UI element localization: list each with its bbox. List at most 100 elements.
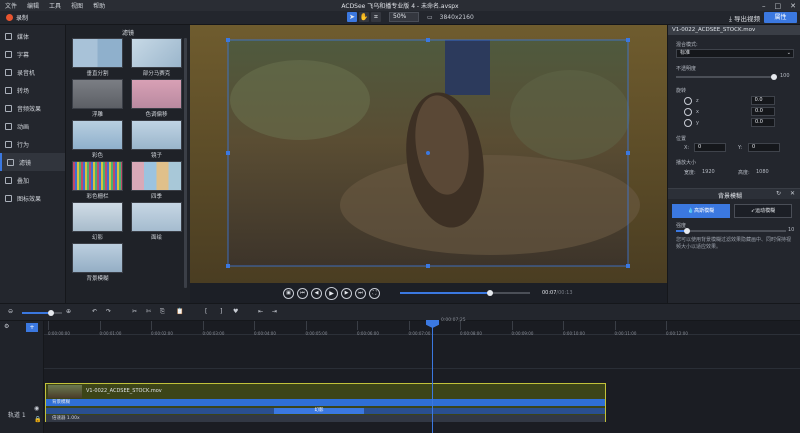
sidebar-item-media[interactable]: 媒体 [0,27,65,45]
filter-thumb-vertical-split [72,38,123,68]
sidebar-item-animation[interactable]: 动画 [0,117,65,135]
skip-start-icon[interactable]: ⏮ [297,288,308,299]
sidebar-item-behavior[interactable]: 行为 [0,135,65,153]
pos-y-input[interactable]: 0 [748,143,780,152]
minimize-icon[interactable]: – [762,2,766,10]
timeline-ruler[interactable]: 0:00:00;00 0:00:01;00 0:00:02;00 0:00:03;00… [44,321,800,336]
menu-file[interactable]: 文件 [0,1,22,10]
gaussian-blur-button[interactable]: 💧高斯模糊 [672,204,730,218]
playback-progress[interactable] [400,290,530,296]
filter-item[interactable]: 垂直分割 [72,38,123,77]
effect-bar-label: 背景模糊 [52,400,70,405]
playback-progress-knob[interactable] [486,290,493,296]
ruler-tick [99,321,101,330]
pointer-tool-icon[interactable]: ➤ [347,12,357,22]
mark-in-icon[interactable]: [ [205,308,207,315]
step-forward-icon[interactable]: ▶ [341,288,352,299]
record-button[interactable]: 录制 [6,13,28,22]
filter-scrollbar[interactable] [184,38,187,288]
filter-item[interactable]: 彩色栅栏 [72,161,123,200]
width-value[interactable]: 1920 [702,169,715,175]
mark-out-icon[interactable]: ] [220,308,222,315]
sidebar-item-audio-effects[interactable]: 音频效果 [0,99,65,117]
zoom-in-icon[interactable]: ⊕ [66,308,71,315]
strength-knob[interactable] [684,228,690,234]
fx-bar[interactable]: 幻影 [46,408,605,414]
maximize-icon[interactable]: □ [775,2,782,10]
close-icon[interactable]: ✕ [790,2,796,10]
menu-tools[interactable]: 工具 [44,1,66,10]
cut-icon[interactable]: ✄ [146,308,151,315]
fullscreen-icon[interactable]: ⛶ [369,288,380,299]
sidebar-item-overlay[interactable]: 叠加 [0,171,65,189]
video-clip[interactable]: V1-0022_ACDSEE_STOCK.mov 背景模糊 幻影 倍速器 1.0… [45,383,606,422]
sidebar-item-icon-effects[interactable]: 图标效果 [0,189,65,207]
height-value[interactable]: 1080 [756,169,769,175]
marker-icon[interactable]: ♥ [233,308,238,315]
copy-icon[interactable]: ⎘ [160,308,165,316]
effect-bar[interactable]: 背景模糊 [46,399,605,406]
zoom-select[interactable]: 50% [389,12,419,22]
filter-item[interactable]: 镜子 [131,120,182,159]
filter-item[interactable]: 四季 [131,161,182,200]
hand-tool-icon[interactable]: ✋ [359,12,369,22]
redo-icon[interactable]: ↷ [106,308,111,315]
export-video-button[interactable]: ⤓ 导出视频 [729,13,760,24]
close-effect-icon[interactable]: ✕ [790,190,795,197]
prev-edit-icon[interactable]: ⇤ [258,308,263,315]
filter-item[interactable]: 彩色 [72,120,123,159]
filter-item[interactable]: 浮雕 [72,79,123,118]
next-edit-icon[interactable]: ⇥ [272,308,277,315]
menu-view[interactable]: 视图 [66,1,88,10]
rotation-x-input[interactable]: 0.0 [750,107,775,116]
settings-icon[interactable]: ⚙ [4,323,9,330]
lock-icon[interactable]: 🔒 [34,416,41,423]
undo-icon[interactable]: ↶ [92,308,97,315]
properties-button[interactable]: 属性 [764,12,797,23]
timeline-toolbar: ⊖ ⊕ ↶ ↷ ✂ ✄ ⎘ 📋 [ ] ♥ ⇤ ⇥ [0,303,800,321]
step-back-icon[interactable]: ◀ [311,288,322,299]
eye-icon[interactable]: ◉ [34,405,39,412]
pos-y-label: Y: [738,145,743,151]
transition-icon [5,86,12,94]
play-icon[interactable]: ▶ [325,287,338,300]
menu-help[interactable]: 帮助 [88,1,110,10]
reset-icon[interactable]: ↻ [776,190,781,197]
filter-item[interactable]: 部分马赛克 [131,38,182,77]
strength-slider[interactable] [676,228,786,234]
zoom-out-icon[interactable]: ⊖ [8,308,13,315]
sidebar-item-recorder[interactable]: 录音机 [0,63,65,81]
menu-edit[interactable]: 编辑 [22,1,44,10]
rotation-y-input[interactable]: 0.0 [750,118,775,127]
filter-item[interactable]: 面绘 [131,202,182,241]
fx-block[interactable]: 幻影 [274,408,364,414]
sidebar-item-filters[interactable]: 滤镜 [0,153,65,171]
sidebar-item-transitions[interactable]: 转场 [0,81,65,99]
skip-end-icon[interactable]: ⏭ [355,288,366,299]
crop-tool-icon[interactable]: ⌗ [371,12,381,22]
filter-item[interactable]: 幻影 [72,202,123,241]
filter-item[interactable]: 色调偏移 [131,79,182,118]
sidebar-item-captions[interactable]: 字幕 [0,45,65,63]
timeline-zoom-slider[interactable] [22,310,62,316]
split-icon[interactable]: ✂ [132,308,137,315]
opacity-knob[interactable] [771,74,777,80]
caption-icon [5,50,12,58]
camera-icon[interactable]: ▣ [283,288,294,299]
rotation-group: z 0.0 x 0.0 y 0.0 [684,95,794,128]
rotation-z-input[interactable]: 0.0 [750,96,775,105]
add-track-icon[interactable]: + [26,323,38,332]
pos-x-input[interactable]: 0 [694,143,726,152]
playback-controls: ▣ ⏮ ◀ ▶ ▶ ⏭ ⛶ [283,287,380,300]
blend-mode-select[interactable]: 标准 ⌄ [676,49,794,58]
microphone-icon [5,68,12,76]
timeline-zoom-knob[interactable] [48,310,54,316]
filter-item[interactable]: 背景模糊 [72,243,123,282]
motion-blur-button[interactable]: ➶运动模糊 [734,204,792,218]
paste-icon[interactable]: 📋 [176,308,183,315]
speed-bar[interactable]: 倍速器 1.00x [46,415,605,422]
preview-canvas[interactable] [190,25,667,283]
ruler-tick [614,321,616,330]
opacity-slider[interactable] [676,74,777,80]
resolution-label: 3840x2160 [439,13,474,21]
